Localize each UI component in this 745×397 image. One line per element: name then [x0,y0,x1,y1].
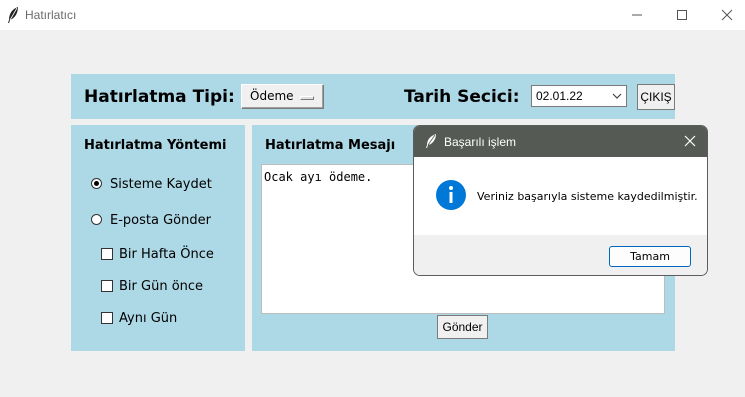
success-dialog: Başarılı işlem Veriniz başarıyla sisteme… [413,125,708,276]
one-week-before-label[interactable]: Bir Hafta Önce [119,247,214,262]
close-icon [721,9,733,21]
minimize-button[interactable] [614,0,660,30]
maximize-icon [677,10,687,20]
radio-selected-dot [94,181,99,186]
date-picker-label: Tarih Secici: [404,87,520,107]
info-icon [436,180,466,210]
maximize-button[interactable] [659,0,705,30]
checkbox-same-day[interactable] [101,312,113,324]
window-title: Hatırlatıcı [25,8,77,22]
option-menu-indicator-icon [300,96,314,100]
radio-save-to-system[interactable] [91,178,102,189]
minimize-icon [632,14,642,16]
title-bar: Hatırlatıcı [0,0,745,30]
one-day-before-label[interactable]: Bir Gün önce [119,279,203,294]
exit-button[interactable]: ÇIKIŞ [637,84,675,110]
dialog-title: Başarılı işlem [444,135,517,149]
same-day-label[interactable]: Aynı Gün [119,311,177,326]
feather-icon [8,7,18,23]
radio-send-email[interactable] [91,214,102,225]
chevron-down-icon[interactable] [611,90,623,102]
reminder-message-title: Hatırlatma Mesajı [265,138,396,153]
close-icon[interactable] [682,133,698,149]
reminder-method-title: Hatırlatma Yöntemi [84,138,227,153]
send-button[interactable]: Gönder [437,315,488,339]
checkbox-one-week-before[interactable] [101,248,113,260]
send-email-label[interactable]: E-posta Gönder [110,213,211,228]
reminder-type-label: Hatırlatma Tipi: [84,87,235,107]
close-button[interactable] [704,0,745,30]
checkbox-one-day-before[interactable] [101,280,113,292]
feather-icon [426,134,436,148]
ok-button[interactable]: Tamam [609,246,691,267]
dialog-message: Veriniz başarıyla sisteme kaydedilmiştir… [477,190,698,203]
save-to-system-label[interactable]: Sisteme Kaydet [110,177,212,192]
